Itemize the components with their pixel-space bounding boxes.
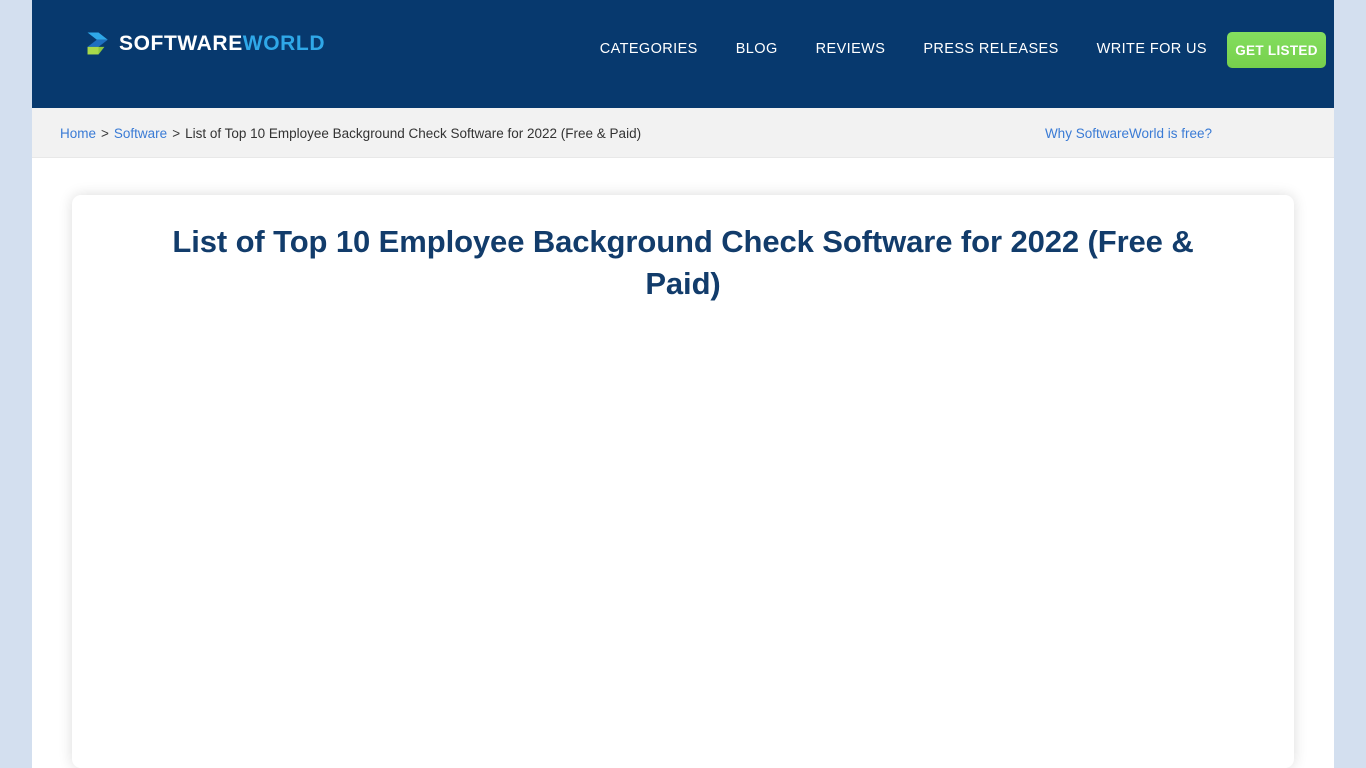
chevron-arrow-logo-icon — [87, 32, 108, 55]
breadcrumb-current-page: List of Top 10 Employee Background Check… — [185, 125, 642, 141]
main-navigation: CATEGORIES BLOG REVIEWS PRESS RELEASES W… — [581, 38, 1226, 60]
get-listed-button[interactable]: GET LISTED — [1227, 32, 1326, 68]
site-header: SOFTWAREWORLD CATEGORIES BLOG REVIEWS PR… — [32, 0, 1334, 108]
page-container: SOFTWAREWORLD CATEGORIES BLOG REVIEWS PR… — [32, 0, 1334, 768]
article-body — [128, 306, 1238, 726]
nav-item-blog[interactable]: BLOG — [717, 38, 797, 60]
breadcrumb-bar: Home > Software > List of Top 10 Employe… — [32, 108, 1334, 158]
why-softwareworld-is-free-link[interactable]: Why SoftwareWorld is free? — [1045, 108, 1212, 158]
page-title: List of Top 10 Employee Background Check… — [172, 224, 1194, 302]
nav-item-categories[interactable]: CATEGORIES — [581, 38, 717, 60]
nav-item-reviews[interactable]: REVIEWS — [797, 38, 905, 60]
breadcrumb: Home > Software > List of Top 10 Employe… — [60, 108, 641, 158]
nav-item-write-for-us[interactable]: WRITE FOR US — [1078, 38, 1226, 60]
logo-text-primary: SOFTWARE — [119, 32, 243, 55]
main-content: List of Top 10 Employee Background Check… — [32, 158, 1334, 768]
logo-wordmark: SOFTWAREWORLD — [119, 33, 325, 54]
header-inner: SOFTWAREWORLD CATEGORIES BLOG REVIEWS PR… — [32, 0, 1334, 108]
article-card: List of Top 10 Employee Background Check… — [72, 195, 1294, 768]
site-logo[interactable]: SOFTWAREWORLD — [85, 30, 325, 57]
breadcrumb-link-home[interactable]: Home — [60, 126, 96, 141]
breadcrumb-link-software[interactable]: Software — [114, 126, 167, 141]
logo-text-secondary: WORLD — [242, 32, 326, 55]
nav-item-press-releases[interactable]: PRESS RELEASES — [904, 38, 1077, 60]
breadcrumb-separator: > — [101, 125, 109, 141]
breadcrumb-separator: > — [172, 125, 181, 141]
browser-viewport: SOFTWAREWORLD CATEGORIES BLOG REVIEWS PR… — [0, 0, 1366, 768]
